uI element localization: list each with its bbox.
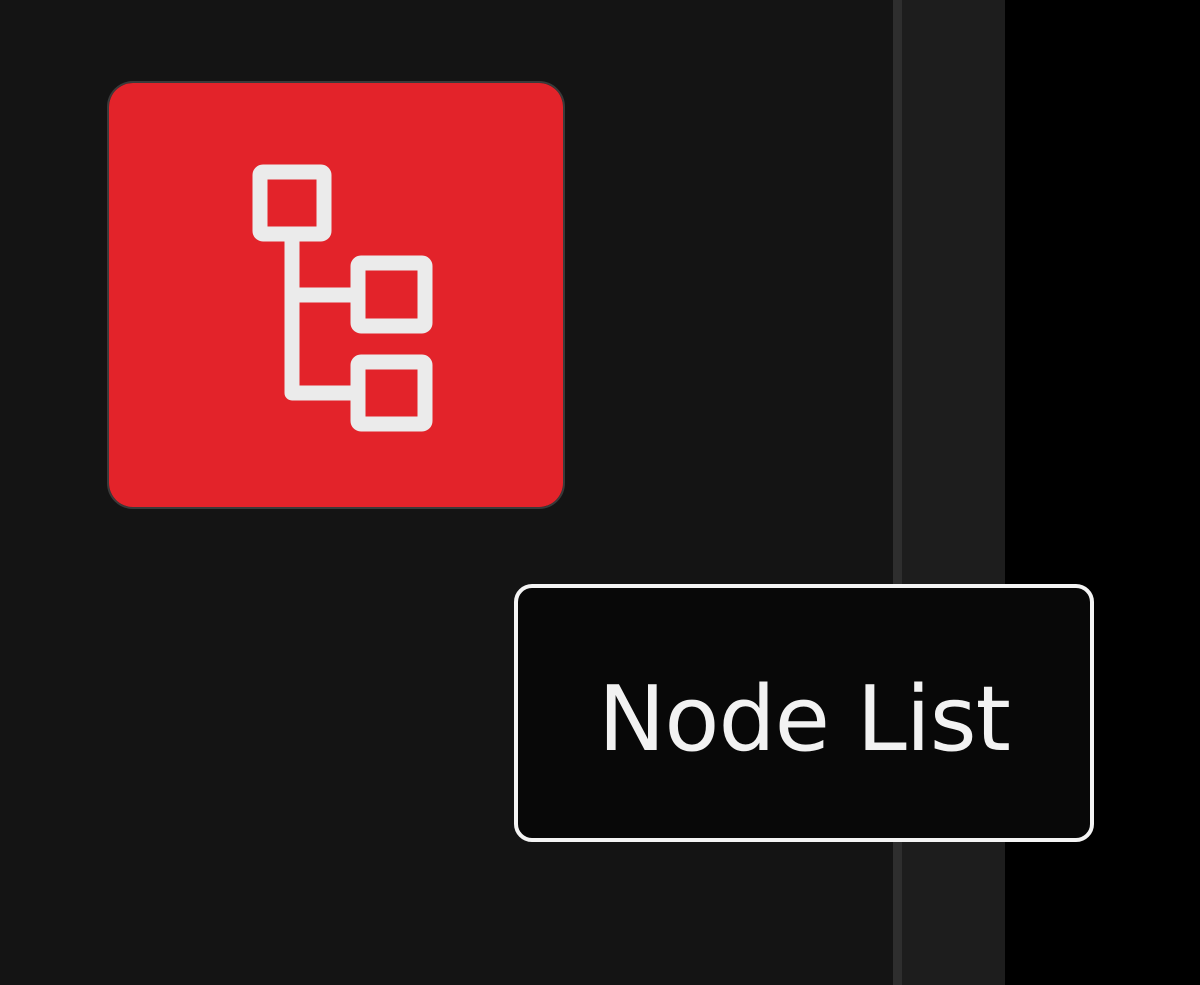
node-list-button[interactable] bbox=[107, 81, 565, 509]
tooltip-text: Node List bbox=[598, 667, 1011, 772]
hierarchy-tree-icon bbox=[252, 164, 433, 432]
tooltip: Node List bbox=[514, 584, 1094, 842]
